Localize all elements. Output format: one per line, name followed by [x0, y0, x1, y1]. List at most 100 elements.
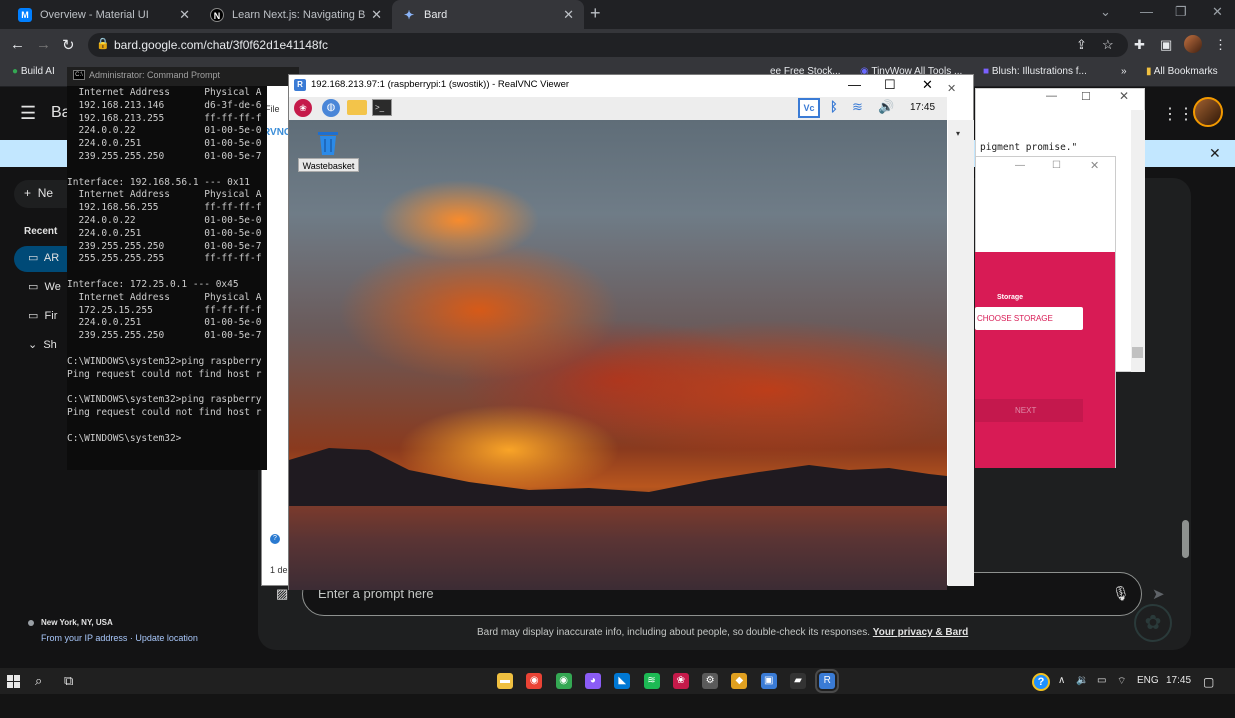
blush-icon: ■ — [983, 66, 990, 77]
minimize-icon[interactable]: — — [848, 77, 861, 92]
bookmark-build-ai[interactable]: ● Build AI — [12, 66, 55, 77]
side-panel-icon[interactable]: ▣ — [1160, 37, 1172, 53]
remote-desktop-icon[interactable]: ▣ — [760, 673, 777, 689]
profile-avatar[interactable] — [1184, 35, 1202, 53]
search-icon[interactable]: ⌕ — [35, 673, 42, 689]
new-tab-button[interactable]: + — [590, 3, 601, 24]
wifi-icon[interactable]: ⌔ — [1117, 675, 1126, 688]
bluetooth-icon[interactable]: ᛒ — [830, 99, 838, 114]
task-view-icon[interactable]: ⧉ — [64, 673, 73, 689]
wastebasket-label[interactable]: Wastebasket — [298, 158, 359, 172]
maximize-icon[interactable]: ☐ — [884, 77, 896, 93]
recent-chat-label: We — [44, 281, 61, 293]
bookmark-blush[interactable]: ■ Blush: Illustrations f... — [983, 66, 1087, 77]
battery-icon[interactable]: ▭ — [1097, 675, 1106, 686]
volume-icon[interactable]: 🔊 — [878, 99, 894, 115]
cmd-console[interactable]: Internet Address Physical A 192.168.213.… — [67, 86, 267, 470]
close-tab-icon[interactable]: ✕ — [563, 7, 574, 23]
app-icon[interactable]: ◆ — [731, 673, 748, 689]
vnc-logo: RVNC — [263, 127, 292, 138]
clock: 17:45 — [910, 102, 936, 113]
site-info-icon[interactable]: 🔒 — [96, 37, 110, 50]
plus-icon: + — [24, 186, 32, 200]
nextjs-icon: N — [210, 7, 224, 22]
cmd-title-bar[interactable]: Administrator: Command Prompt — [67, 67, 299, 86]
scrollbar-thumb[interactable] — [1182, 520, 1189, 558]
vnc-server-icon[interactable]: Vc — [798, 98, 820, 118]
google-apps-icon[interactable]: ⋮⋮ — [1162, 104, 1194, 124]
help-icon[interactable]: ? — [270, 534, 280, 544]
settings-icon[interactable]: ⚙ — [702, 673, 719, 689]
menu-icon[interactable]: ☰ — [20, 103, 36, 124]
close-icon[interactable]: ✕ — [947, 82, 956, 95]
terminal-icon[interactable]: ▰ — [790, 673, 806, 689]
wastebasket-icon[interactable] — [315, 130, 341, 156]
vscode-icon[interactable]: ◣ — [614, 673, 631, 689]
spotify-icon[interactable]: ≋ — [643, 673, 660, 689]
show-hidden-icons[interactable]: ∧ — [1058, 675, 1065, 686]
github-icon[interactable]: ◕ — [584, 673, 601, 689]
privacy-link[interactable]: Your privacy & Bard — [873, 627, 968, 638]
file-explorer-icon[interactable]: ▬ — [497, 673, 513, 689]
close-icon[interactable]: ✕ — [1119, 89, 1129, 103]
bookmarks-overflow[interactable]: » — [1121, 66, 1127, 77]
next-button[interactable]: NEXT — [975, 399, 1083, 422]
realvnc-icon[interactable]: R — [815, 669, 840, 693]
bookmark-star-icon[interactable]: ☆ — [1102, 37, 1114, 53]
close-banner-icon[interactable]: ✕ — [1209, 145, 1221, 162]
scrollbar-thumb[interactable] — [1132, 347, 1143, 358]
restore-icon[interactable]: ☐ — [1081, 90, 1091, 103]
bookmark-icon: ● — [12, 66, 19, 77]
windows-start-icon[interactable] — [7, 675, 20, 688]
tab-material-ui[interactable]: M Overview - Material UI ✕ — [8, 0, 200, 29]
terminal-icon[interactable]: >_ — [372, 99, 392, 116]
wifi-icon[interactable]: ≋ — [852, 99, 863, 115]
file-menu[interactable]: File — [265, 104, 280, 114]
gemini-watermark-icon: ✿ — [1134, 604, 1172, 642]
extensions-icon[interactable]: ✚ — [1134, 37, 1145, 53]
raspberry-imager-icon[interactable]: ❀ — [672, 673, 689, 689]
choose-storage-button[interactable]: CHOOSE STORAGE — [975, 307, 1083, 330]
send-icon[interactable]: ➤ — [1152, 585, 1165, 603]
close-icon[interactable]: ✕ — [922, 77, 933, 93]
chat-icon: ▭ — [28, 281, 39, 293]
restore-icon[interactable]: ☐ — [1052, 160, 1061, 171]
restore-icon[interactable]: ❐ — [1175, 4, 1187, 20]
close-tab-icon[interactable]: ✕ — [179, 7, 190, 23]
taskbar-clock[interactable]: 17:45 — [1166, 675, 1191, 686]
back-icon[interactable]: ← — [10, 36, 25, 53]
microphone-icon[interactable]: 🎙 — [1112, 585, 1130, 602]
help-tray-icon[interactable]: ? — [1032, 673, 1050, 691]
raspberry-menu-icon[interactable]: ❀ — [294, 99, 312, 117]
tab-search-icon[interactable]: ⌄ — [1100, 4, 1111, 20]
minimize-icon[interactable]: — — [1015, 160, 1025, 171]
web-browser-icon[interactable]: ◍ — [322, 99, 340, 117]
close-icon[interactable]: ✕ — [1090, 159, 1099, 172]
volume-icon[interactable]: 🔉 — [1076, 675, 1088, 686]
language-indicator[interactable]: ENG — [1137, 675, 1159, 686]
tab-bard[interactable]: ✦ Bard ✕ — [392, 0, 584, 29]
bookmark-all-bookmarks[interactable]: ▮ All Bookmarks — [1146, 66, 1218, 77]
notifications-icon[interactable]: ▢ — [1203, 675, 1214, 689]
tab-nextjs[interactable]: N Learn Next.js: Navigating Betwe ✕ — [200, 0, 392, 29]
reload-icon[interactable]: ↻ — [62, 36, 75, 54]
file-manager-icon[interactable] — [347, 100, 367, 115]
address-bar[interactable]: bard.google.com/chat/3f0f62d1e41148fc — [88, 33, 1128, 57]
share-icon[interactable]: ⇪ — [1076, 37, 1087, 53]
close-tab-icon[interactable]: ✕ — [371, 7, 382, 23]
scrollbar[interactable] — [1131, 110, 1145, 372]
close-window-icon[interactable]: ✕ — [1212, 4, 1223, 20]
minimize-icon[interactable]: — — [1046, 90, 1057, 102]
upload-image-icon[interactable]: ▨ — [276, 586, 288, 602]
dropdown-arrow-icon[interactable]: ▾ — [956, 129, 960, 138]
update-location-link[interactable]: From your IP address · Update location — [41, 633, 198, 643]
chrome-menu-icon[interactable]: ⋮ — [1214, 37, 1227, 53]
chrome-icon[interactable]: ◉ — [526, 673, 543, 689]
storage-label: Storage — [997, 294, 1024, 301]
minimize-icon[interactable]: — — [1140, 4, 1153, 19]
tab-title: Learn Next.js: Navigating Betwe — [232, 8, 366, 21]
forward-icon[interactable]: → — [36, 36, 51, 53]
app-content-panel — [975, 252, 1115, 468]
account-avatar[interactable] — [1193, 97, 1223, 127]
chrome-profile-icon[interactable]: ◉ — [555, 673, 572, 689]
